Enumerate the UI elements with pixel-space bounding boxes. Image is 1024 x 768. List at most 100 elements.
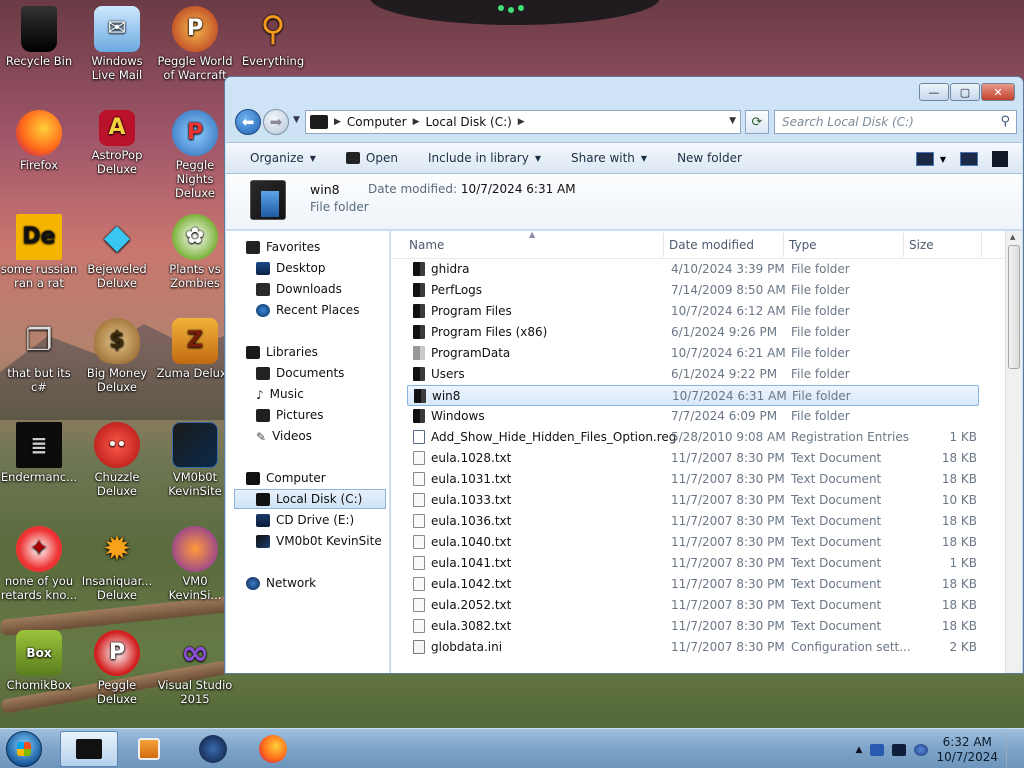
close-button[interactable]: ✕	[981, 83, 1015, 101]
nav-music[interactable]: ♪ Music	[256, 384, 304, 404]
maximize-button[interactable]: ▢	[950, 83, 980, 101]
table-row[interactable]: eula.3082.txt 11/7/2007 8:30 PM Text Doc…	[407, 616, 979, 637]
table-row[interactable]: Program Files (x86) 6/1/2024 9:26 PM Fil…	[407, 322, 979, 343]
address-dropdown-icon[interactable]: ▼	[729, 116, 736, 126]
chevron-right-icon[interactable]: ▶	[413, 117, 420, 127]
organize-button[interactable]: Organize ▼	[250, 151, 316, 165]
open-button[interactable]: Open	[345, 151, 398, 165]
nav-cd-drive[interactable]: CD Drive (E:)	[256, 510, 354, 530]
nav-desktop[interactable]: Desktop	[256, 258, 326, 278]
nav-libraries[interactable]: Libraries	[246, 342, 318, 362]
desktop-icon-firefox[interactable]: Firefox	[0, 110, 78, 172]
change-view-icon[interactable]	[915, 152, 934, 166]
desktop-icon-vm0b0t[interactable]: VM0b0t KevinSite	[156, 422, 234, 498]
table-row[interactable]: Program Files 10/7/2024 6:12 AM File fol…	[407, 301, 979, 322]
start-button[interactable]	[6, 731, 42, 767]
column-divider[interactable]	[663, 233, 664, 257]
desktop-icon-everything[interactable]: ⚲ Everything	[234, 6, 312, 68]
table-row[interactable]: eula.2052.txt 11/7/2007 8:30 PM Text Doc…	[407, 595, 979, 616]
share-with-button[interactable]: Share with ▼	[571, 151, 647, 165]
network-tray-icon[interactable]	[892, 744, 907, 756]
desktop-icon-peggle-deluxe[interactable]: P Peggle Deluxe	[78, 630, 156, 706]
table-row[interactable]: eula.1040.txt 11/7/2007 8:30 PM Text Doc…	[407, 532, 979, 553]
table-row[interactable]: eula.1033.txt 11/7/2007 8:30 PM Text Doc…	[407, 490, 979, 511]
nav-downloads[interactable]: Downloads	[256, 279, 342, 299]
show-hidden-icons-icon[interactable]: ▲	[856, 745, 863, 755]
back-button[interactable]: ⬅	[235, 109, 261, 135]
table-row[interactable]: Windows 7/7/2024 6:09 PM File folder	[407, 406, 979, 427]
desktop-icon-astropop[interactable]: A AstroPop Deluxe	[78, 110, 156, 176]
include-in-library-button[interactable]: Include in library ▼	[428, 151, 541, 165]
forward-button[interactable]: ➡	[263, 109, 289, 135]
taskbar-browser[interactable]	[184, 731, 242, 767]
show-desktop-button[interactable]	[1006, 733, 1016, 767]
table-row[interactable]: Add_Show_Hide_Hidden_Files_Option.reg 5/…	[407, 427, 979, 448]
new-folder-button[interactable]: New folder	[677, 151, 742, 165]
column-size[interactable]: Size	[909, 238, 934, 252]
table-row-selected[interactable]: win8 10/7/2024 6:31 AM File folder	[407, 385, 979, 406]
nav-local-disk[interactable]: Local Disk (C:)	[234, 489, 386, 509]
nav-computer[interactable]: Computer	[246, 468, 326, 488]
breadcrumb-local-disk[interactable]: Local Disk (C:)	[426, 115, 512, 129]
vertical-scrollbar[interactable]: ▲	[1005, 231, 1022, 673]
chevron-right-icon[interactable]: ▶	[334, 117, 341, 127]
taskbar-firefox[interactable]	[244, 731, 302, 767]
desktop-icon-peggle-wow[interactable]: P Peggle World of Warcraft	[156, 6, 234, 82]
desktop-icon-pvz[interactable]: ✿ Plants vs Zombies	[156, 214, 234, 290]
address-bar[interactable]: ▶ Computer ▶ Local Disk (C:) ▶ ▼	[305, 110, 741, 134]
column-type[interactable]: Type	[789, 238, 817, 252]
scroll-up-icon[interactable]: ▲	[1010, 233, 1015, 241]
nav-favorites[interactable]: Favorites	[246, 237, 320, 257]
breadcrumb-computer[interactable]: Computer	[347, 115, 407, 129]
desktop-icon-windows-live-mail[interactable]: ✉ Windows Live Mail	[78, 6, 156, 82]
nav-documents[interactable]: Documents	[256, 363, 344, 383]
column-name[interactable]: Name	[409, 238, 444, 252]
clock[interactable]: 6:32 AM 10/7/2024	[936, 735, 998, 765]
column-date-modified[interactable]: Date modified	[669, 238, 754, 252]
recent-pages-dropdown-icon[interactable]: ▼	[293, 115, 300, 125]
table-row[interactable]: eula.1036.txt 11/7/2007 8:30 PM Text Doc…	[407, 511, 979, 532]
table-row[interactable]: ghidra 4/10/2024 3:39 PM File folder	[407, 259, 979, 280]
desktop-icon-vm0-kevinsite[interactable]: VM0 KevinSi...	[156, 526, 234, 602]
desktop-icon-peggle-nights[interactable]: P Peggle Nights Deluxe	[156, 110, 234, 200]
table-row[interactable]: eula.1042.txt 11/7/2007 8:30 PM Text Doc…	[407, 574, 979, 595]
preview-pane-icon[interactable]	[960, 152, 978, 166]
table-row[interactable]: PerfLogs 7/14/2009 8:50 AM File folder	[407, 280, 979, 301]
desktop-icon-recycle-bin[interactable]: Recycle Bin	[0, 6, 78, 68]
desktop-icon-chomikbox[interactable]: Box ChomikBox	[0, 630, 78, 692]
desktop-icon-big-money[interactable]: $ Big Money Deluxe	[78, 318, 156, 394]
desktop-icon-endermanch[interactable]: ≣ Endermanc...	[0, 422, 78, 484]
desktop-icon-bejeweled[interactable]: ◆ Bejeweled Deluxe	[78, 214, 156, 290]
scrollbar-thumb[interactable]	[1008, 245, 1020, 369]
table-row[interactable]: Users 6/1/2024 9:22 PM File folder	[407, 364, 979, 385]
refresh-button[interactable]: ⟳	[745, 110, 769, 134]
nav-videos[interactable]: ✎ Videos	[256, 426, 312, 446]
table-row[interactable]: ProgramData 10/7/2024 6:21 AM File folde…	[407, 343, 979, 364]
nav-vm-drive[interactable]: VM0b0t KevinSite	[256, 531, 382, 551]
search-input[interactable]: Search Local Disk (C:) ⚲	[774, 110, 1017, 134]
help-icon[interactable]	[992, 151, 1008, 167]
desktop-icon-none-of-you[interactable]: ✦ none of you retards kno...	[0, 526, 78, 602]
desktop-icon-chuzzle[interactable]: •• Chuzzle Deluxe	[78, 422, 156, 498]
column-divider[interactable]	[903, 233, 904, 257]
nav-pictures[interactable]: Pictures	[256, 405, 324, 425]
desktop-icon-russian-rat[interactable]: De some russian ran a rat	[0, 214, 78, 290]
desktop-icon-insaniquarium[interactable]: ✹ Insaniquar... Deluxe	[78, 526, 156, 602]
table-row[interactable]: eula.1041.txt 11/7/2007 8:30 PM Text Doc…	[407, 553, 979, 574]
volume-icon[interactable]	[914, 744, 929, 756]
chevron-right-icon[interactable]: ▶	[518, 117, 525, 127]
nav-network[interactable]: Network	[246, 573, 316, 593]
column-divider[interactable]	[981, 233, 982, 257]
chevron-down-icon[interactable]: ▼	[940, 155, 946, 164]
taskbar-media-player[interactable]	[120, 731, 178, 767]
table-row[interactable]: globdata.ini 11/7/2007 8:30 PM Configura…	[407, 637, 979, 658]
nav-recent-places[interactable]: Recent Places	[256, 300, 359, 320]
tray-app-icon[interactable]	[870, 744, 885, 756]
column-divider[interactable]	[783, 233, 784, 257]
table-row[interactable]: eula.1031.txt 11/7/2007 8:30 PM Text Doc…	[407, 469, 979, 490]
desktop-icon-zuma[interactable]: Z Zuma Deluxe	[156, 318, 234, 380]
minimize-button[interactable]: —	[919, 83, 949, 101]
explorer-window[interactable]: — ▢ ✕ ⬅ ➡ ▼ ▶ Computer ▶ Local Disk (C:)…	[224, 76, 1024, 674]
desktop-icon-csharp[interactable]: ❐ that but its c#	[0, 318, 78, 395]
desktop-icon-visual-studio[interactable]: ∞ Visual Studio 2015	[156, 630, 234, 706]
